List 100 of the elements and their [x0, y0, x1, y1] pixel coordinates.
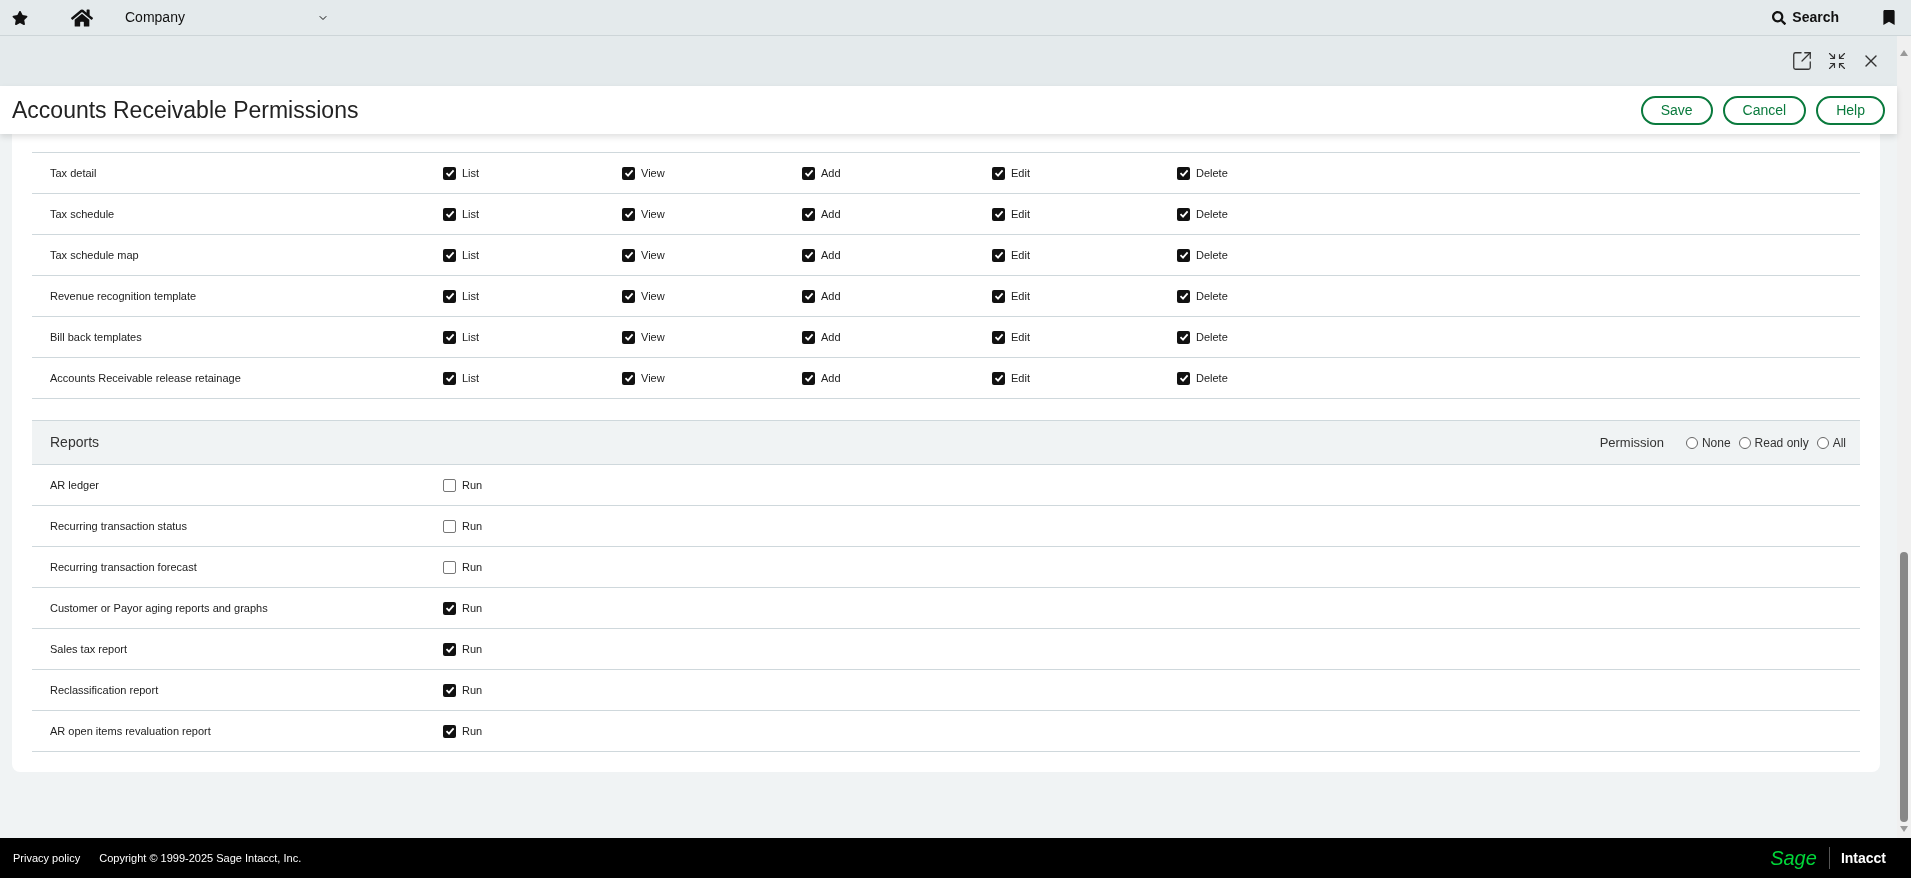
- permission-checkbox[interactable]: Delete: [1177, 369, 1337, 387]
- permission-checkbox[interactable]: Run: [443, 599, 622, 617]
- permission-checkbox[interactable]: Add: [802, 205, 992, 223]
- permission-checkbox[interactable]: Run: [443, 517, 622, 535]
- search-button[interactable]: Search: [1772, 7, 1839, 28]
- favorites-star-icon[interactable]: [12, 9, 28, 26]
- permission-checkbox[interactable]: Delete: [1177, 164, 1337, 182]
- permission-checkbox[interactable]: View: [622, 205, 802, 223]
- checkmark-icon: [803, 332, 814, 342]
- permission-checkbox[interactable]: View: [622, 246, 802, 264]
- permission-checkbox[interactable]: Edit: [992, 205, 1177, 223]
- permission-label: Tax detail: [50, 165, 98, 181]
- permission-checkbox[interactable]: Delete: [1177, 287, 1337, 305]
- checkmark-icon: [444, 209, 455, 219]
- checkmark-icon: [1178, 209, 1189, 219]
- checkmark-icon: [993, 373, 1004, 383]
- checkmark-icon: [444, 332, 455, 342]
- checkmark-icon: [623, 373, 634, 383]
- checkmark-icon: [444, 291, 455, 301]
- checkmark-icon: [993, 291, 1004, 301]
- permission-checkbox[interactable]: Edit: [992, 287, 1177, 305]
- checkmark-icon: [1178, 168, 1189, 178]
- permission-checkbox[interactable]: Run: [443, 476, 622, 494]
- permission-checkbox[interactable]: Add: [802, 369, 992, 387]
- permission-checkbox[interactable]: View: [622, 287, 802, 305]
- permission-checkbox[interactable]: Edit: [992, 246, 1177, 264]
- checkmark-icon: [444, 168, 455, 178]
- permission-checkbox[interactable]: Add: [802, 328, 992, 346]
- header-button[interactable]: Save: [1640, 95, 1713, 125]
- permission-radio[interactable]: None: [1685, 433, 1731, 452]
- checkmark-icon: [623, 291, 634, 301]
- permission-radio[interactable]: Read only: [1738, 433, 1809, 452]
- home-icon[interactable]: [71, 7, 93, 28]
- section-title: Reports: [50, 433, 101, 452]
- search-icon: [1772, 10, 1787, 25]
- permission-radio[interactable]: All: [1816, 433, 1846, 452]
- permission-checkbox[interactable]: Edit: [992, 369, 1177, 387]
- permission-checkbox[interactable]: List: [443, 164, 622, 182]
- page-title: Accounts Receivable Permissions: [12, 95, 360, 125]
- permission-checkbox[interactable]: List: [443, 369, 622, 387]
- permission-checkbox[interactable]: Run: [443, 722, 622, 740]
- checkmark-icon: [444, 644, 455, 654]
- checkmark-icon: [623, 332, 634, 342]
- permission-checkbox[interactable]: View: [622, 328, 802, 346]
- checkmark-icon: [623, 250, 634, 260]
- permission-checkbox[interactable]: List: [443, 205, 622, 223]
- checkmark-icon: [1178, 332, 1189, 342]
- checkmark-icon: [993, 332, 1004, 342]
- permission-label: Sales tax report: [50, 641, 129, 657]
- permission-checkbox[interactable]: Run: [443, 558, 622, 576]
- permission-checkbox[interactable]: Add: [802, 287, 992, 305]
- permission-label: Revenue recognition template: [50, 288, 198, 304]
- checkmark-icon: [444, 250, 455, 260]
- permission-checkbox[interactable]: Edit: [992, 328, 1177, 346]
- checkmark-icon: [444, 603, 455, 613]
- permission-checkbox[interactable]: View: [622, 369, 802, 387]
- checkmark-icon: [444, 685, 455, 695]
- checkmark-icon: [1178, 373, 1189, 383]
- bookmark-icon[interactable]: [1883, 10, 1895, 25]
- header-button[interactable]: Cancel: [1722, 95, 1807, 125]
- permission-checkbox[interactable]: Edit: [992, 164, 1177, 182]
- permission-checkbox[interactable]: List: [443, 287, 622, 305]
- checkmark-icon: [803, 373, 814, 383]
- brand-logo: Sage: [1770, 847, 1830, 869]
- open-in-new-window-icon[interactable]: [1791, 50, 1813, 72]
- product-name: Intacct: [1840, 848, 1886, 868]
- permission-checkbox[interactable]: List: [443, 328, 622, 346]
- permission-checkbox[interactable]: Delete: [1177, 205, 1337, 223]
- permission-label: Customer or Payor aging reports and graphs: [50, 600, 269, 616]
- copyright-text: Copyright © 1999-2025 Sage Intacct, Inc.: [99, 850, 302, 866]
- checkmark-icon: [803, 209, 814, 219]
- checkmark-icon: [623, 209, 634, 219]
- permission-checkbox[interactable]: Delete: [1177, 246, 1337, 264]
- checkmark-icon: [803, 291, 814, 301]
- checkmark-icon: [1178, 291, 1189, 301]
- collapse-icon[interactable]: [1827, 51, 1847, 71]
- permission-checkbox[interactable]: Run: [443, 681, 622, 699]
- scrollbar-thumb[interactable]: [1900, 552, 1908, 822]
- permission-label: Accounts Receivable release retainage: [50, 370, 242, 386]
- permission-label: AR ledger: [50, 477, 100, 493]
- checkmark-icon: [993, 209, 1004, 219]
- checkmark-icon: [444, 373, 455, 383]
- permission-checkbox[interactable]: Delete: [1177, 328, 1337, 346]
- checkmark-icon: [623, 168, 634, 178]
- privacy-policy-link[interactable]: Privacy policy: [13, 849, 81, 867]
- header-button[interactable]: Help: [1816, 95, 1885, 125]
- permission-label: Bill back templates: [50, 329, 143, 345]
- company-menu[interactable]: Company: [125, 7, 329, 28]
- permission-checkbox[interactable]: List: [443, 246, 622, 264]
- checkmark-icon: [993, 250, 1004, 260]
- scrollbar[interactable]: [1897, 36, 1911, 838]
- permission-checkbox[interactable]: Add: [802, 246, 992, 264]
- permission-checkbox[interactable]: View: [622, 164, 802, 182]
- permission-label: Recurring transaction forecast: [50, 559, 198, 575]
- checkmark-icon: [803, 250, 814, 260]
- checkmark-icon: [1178, 250, 1189, 260]
- permission-label: Recurring transaction status: [50, 518, 188, 534]
- permission-checkbox[interactable]: Add: [802, 164, 992, 182]
- permission-checkbox[interactable]: Run: [443, 640, 622, 658]
- permission-label: Reclassification report: [50, 682, 160, 698]
